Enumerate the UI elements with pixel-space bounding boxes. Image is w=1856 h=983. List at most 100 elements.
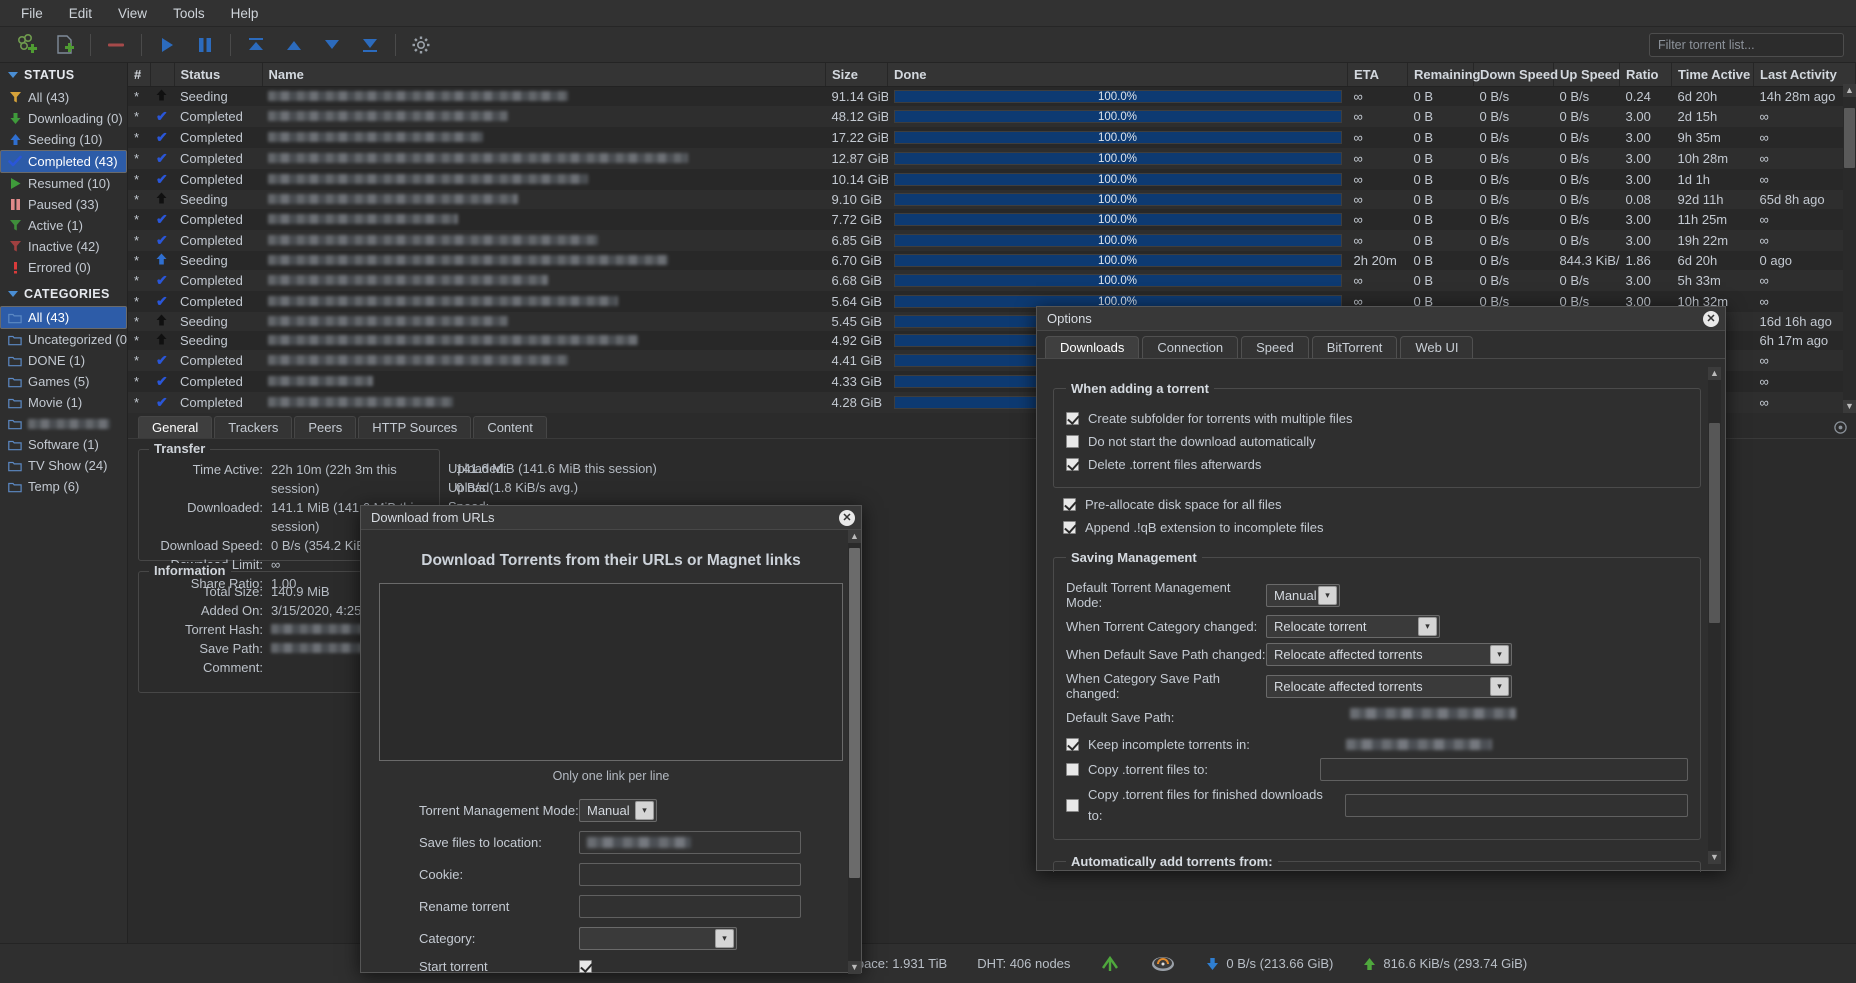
filter-torrent-input[interactable]: Filter torrent list...	[1649, 33, 1844, 57]
add-torrent-link-icon[interactable]	[8, 29, 46, 61]
sidebar-category-item-6[interactable]: Software (1)	[0, 434, 127, 455]
menu-item-edit[interactable]: Edit	[56, 3, 105, 24]
table-row[interactable]: *✔Completed6.85 GiB100.0%∞0 B0 B/s0 B/s3…	[128, 230, 1856, 251]
resume-icon[interactable]	[148, 29, 186, 61]
options-gear-icon[interactable]	[402, 29, 440, 61]
table-row[interactable]: *✔Completed6.68 GiB100.0%∞0 B0 B/s0 B/s3…	[128, 270, 1856, 291]
sidebar-category-item-3[interactable]: Games (5)	[0, 371, 127, 392]
chevron-down-icon[interactable]: ▾	[1418, 617, 1437, 636]
sidebar-status-item-4[interactable]: Resumed (10)	[0, 173, 127, 194]
top-priority-icon[interactable]	[237, 29, 275, 61]
tab-content[interactable]: Content	[473, 416, 547, 438]
pause-icon[interactable]	[186, 29, 224, 61]
table-row[interactable]: *Seeding91.14 GiB100.0%∞0 B0 B/s0 B/s0.2…	[128, 87, 1856, 107]
column-header-done[interactable]: Done	[888, 63, 1348, 87]
delete-icon[interactable]	[97, 29, 135, 61]
create-subfolder-for-torrents-with-multipl-checkbox[interactable]	[1066, 412, 1079, 425]
sidebar-category-item-1[interactable]: Uncategorized (0)	[0, 329, 127, 350]
chevron-down-icon[interactable]: ▾	[1490, 677, 1509, 696]
sidebar-category-item-4[interactable]: Movie (1)	[0, 392, 127, 413]
scroll-down-icon[interactable]: ▼	[1708, 851, 1721, 864]
sidebar-category-item-5[interactable]	[0, 413, 127, 434]
sidebar-status-item-3[interactable]: Completed (43)	[0, 150, 127, 173]
dialog-title-bar[interactable]: Options ✕	[1037, 307, 1725, 331]
tab-general[interactable]: General	[138, 416, 212, 438]
column-header-size[interactable]: Size	[826, 63, 888, 87]
sidebar-status-item-8[interactable]: Errored (0)	[0, 257, 127, 278]
categories-section-header[interactable]: CATEGORIES	[0, 282, 127, 306]
table-row[interactable]: *Seeding6.70 GiB100.0%2h 20m0 B0 B/s844.…	[128, 251, 1856, 270]
torrent-management-mode-select[interactable]: Manual▾	[579, 799, 657, 822]
column-header--[interactable]: #	[128, 63, 150, 87]
options-tab-connection[interactable]: Connection	[1142, 336, 1238, 358]
dialog-scrollbar[interactable]: ▲ ▼	[848, 530, 861, 974]
copy-torrent-checkbox[interactable]	[1066, 763, 1079, 776]
menu-item-tools[interactable]: Tools	[160, 3, 218, 24]
menu-item-help[interactable]: Help	[218, 3, 272, 24]
pre-allocate-disk-space-for-all-files-checkbox[interactable]	[1063, 498, 1076, 511]
sidebar-status-item-2[interactable]: Seeding (10)	[0, 129, 127, 150]
urls-textarea[interactable]	[379, 583, 843, 761]
menu-item-view[interactable]: View	[105, 3, 160, 24]
chevron-down-icon[interactable]: ▾	[1318, 586, 1337, 605]
table-row[interactable]: *✔Completed10.14 GiB100.0%∞0 B0 B/s0 B/s…	[128, 169, 1856, 190]
torrent-list-scrollbar[interactable]: ▲ ▼	[1843, 84, 1856, 413]
save-files-to-location-input[interactable]	[579, 831, 801, 854]
chevron-down-icon[interactable]: ▾	[635, 801, 654, 820]
options-tab-web-ui[interactable]: Web UI	[1400, 336, 1473, 358]
close-icon[interactable]: ✕	[1703, 311, 1719, 327]
add-torrent-file-icon[interactable]	[46, 29, 84, 61]
options-scrollbar[interactable]: ▲ ▼	[1708, 367, 1721, 864]
chevron-down-icon[interactable]: ▾	[1490, 645, 1509, 664]
scroll-up-icon[interactable]: ▲	[848, 530, 861, 543]
table-row[interactable]: *✔Completed17.22 GiB100.0%∞0 B0 B/s0 B/s…	[128, 127, 1856, 148]
copy-torrent-input[interactable]	[1320, 758, 1688, 781]
default-torrent-management-mode-select[interactable]: Manual▾	[1266, 584, 1340, 607]
tab-trackers[interactable]: Trackers	[214, 416, 292, 438]
column-header-down-speed[interactable]: Down Speed	[1474, 63, 1554, 87]
column-header-remaining[interactable]: Remaining	[1408, 63, 1474, 87]
when-torrent-category-changed-select[interactable]: Relocate torrent▾	[1266, 615, 1440, 638]
rename-torrent-input[interactable]	[579, 895, 801, 918]
sidebar-category-item-2[interactable]: DONE (1)	[0, 350, 127, 371]
scrollbar-thumb[interactable]	[1844, 108, 1855, 168]
dialog-title-bar[interactable]: Download from URLs ✕	[361, 506, 861, 530]
when-category-save-path-changed-select[interactable]: Relocate affected torrents▾	[1266, 675, 1512, 698]
tab-peers[interactable]: Peers	[294, 416, 356, 438]
options-tab-downloads[interactable]: Downloads	[1045, 336, 1139, 358]
close-icon[interactable]: ✕	[839, 510, 855, 526]
default-save-path-input[interactable]	[1266, 706, 1688, 729]
column-header-name[interactable]: Name	[262, 63, 826, 87]
column-header-icon[interactable]	[150, 63, 174, 87]
tab-http-sources[interactable]: HTTP Sources	[358, 416, 471, 438]
table-row[interactable]: *✔Completed7.72 GiB100.0%∞0 B0 B/s0 B/s3…	[128, 209, 1856, 230]
scrollbar-thumb[interactable]	[1709, 423, 1720, 623]
column-header-up-speed[interactable]: Up Speed	[1554, 63, 1620, 87]
cookie-input[interactable]	[579, 863, 801, 886]
options-tab-bittorrent[interactable]: BitTorrent	[1312, 336, 1398, 358]
column-header-ratio[interactable]: Ratio	[1620, 63, 1672, 87]
scroll-up-icon[interactable]: ▲	[1708, 367, 1721, 380]
sidebar-category-item-8[interactable]: Temp (6)	[0, 476, 127, 497]
append-qb-extension-to-incomplete-files-checkbox[interactable]	[1063, 521, 1076, 534]
table-row[interactable]: *Seeding9.10 GiB100.0%∞0 B0 B/s0 B/s0.08…	[128, 190, 1856, 209]
status-section-header[interactable]: STATUS	[0, 63, 127, 87]
sidebar-category-item-7[interactable]: TV Show (24)	[0, 455, 127, 476]
sidebar-status-item-0[interactable]: All (43)	[0, 87, 127, 108]
do-not-start-the-download-automatically-checkbox[interactable]	[1066, 435, 1079, 448]
column-header-eta[interactable]: ETA	[1348, 63, 1408, 87]
sidebar-category-item-0[interactable]: All (43)	[0, 306, 127, 329]
bottom-priority-icon[interactable]	[351, 29, 389, 61]
scrollbar-thumb[interactable]	[849, 548, 860, 878]
copy-finished-checkbox[interactable]	[1066, 799, 1079, 812]
sidebar-status-item-7[interactable]: Inactive (42)	[0, 236, 127, 257]
scroll-down-icon[interactable]: ▼	[1843, 400, 1856, 413]
start-torrent-checkbox[interactable]	[579, 960, 592, 973]
keep-incomplete-checkbox[interactable]	[1066, 738, 1079, 751]
sidebar-status-item-1[interactable]: Downloading (0)	[0, 108, 127, 129]
decrease-priority-icon[interactable]	[313, 29, 351, 61]
scroll-down-icon[interactable]: ▼	[848, 961, 861, 974]
options-tab-speed[interactable]: Speed	[1241, 336, 1309, 358]
increase-priority-icon[interactable]	[275, 29, 313, 61]
column-header-status[interactable]: Status	[174, 63, 262, 87]
